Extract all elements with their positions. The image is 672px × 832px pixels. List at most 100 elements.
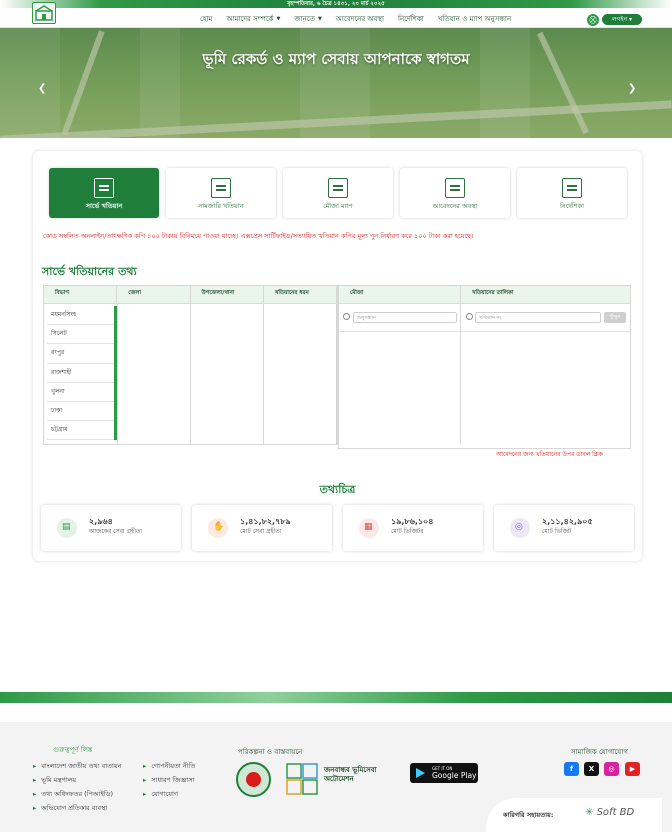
khatian-type-column[interactable] — [264, 304, 337, 444]
login-button[interactable]: লগইন ▾ — [602, 14, 642, 25]
footer-link[interactable]: যোগাযোগ — [143, 789, 178, 800]
stats-title: তথ্যচিত্র — [319, 483, 356, 496]
top-date-bar: বৃহস্পতিবার, ৬ চৈত্র ১৪৩১, ২০ মার্চ ২০২৫ — [0, 0, 672, 8]
chevron-left-icon[interactable]: ❮ — [38, 83, 46, 94]
application-status-icon — [445, 178, 465, 198]
list-item[interactable]: সিলেট — [47, 325, 114, 345]
mouza-column: অনুসন্ধান — [339, 304, 461, 444]
tab-label: নির্দেশিকা — [560, 202, 584, 210]
footer-link[interactable]: তথ্য অধিদফতর (পিআইডি) — [33, 789, 113, 800]
cart-icon[interactable]: ⛒ — [587, 14, 599, 26]
nav-know[interactable]: জানতে ▼ — [289, 13, 330, 25]
handshake-icon: ✋ — [208, 518, 228, 538]
nav-guide[interactable]: নির্দেশিকা — [393, 13, 433, 25]
nav-about[interactable]: আমাদের সম্পর্কে ▼ — [221, 13, 289, 25]
column-header-mouza: মৌজা — [339, 286, 461, 303]
list-item[interactable]: চট্টগ্রাম — [47, 421, 114, 441]
tab-application-status[interactable]: আবেদনের অবস্থা — [400, 168, 510, 218]
file-icon: ▦ — [359, 518, 379, 538]
stat-card-total-visits: ◎ ২,১১,৪২,৯০৫ মোট ভিজিট — [494, 505, 634, 551]
service-tabs: সার্ভে খতিয়ান নামজারি খতিয়ান মৌজা ম্যা… — [49, 168, 627, 218]
stat-label: মোট ভিজিট — [542, 528, 572, 535]
logo-icon — [35, 5, 53, 21]
column-header-khatian-list: খতিয়ানের তালিকা — [472, 290, 514, 296]
khatian-list-column: খতিয়ান নং খুঁজুন — [461, 304, 630, 444]
stats-row: ▤ ২,৯৬৪ আজকের সেবা গ্রহীতা ✋ ১,৪১,৮২,৭৮৯… — [41, 505, 634, 551]
footer-link[interactable]: অভিযোগ প্রতিকার ব্যবস্থা — [33, 803, 107, 814]
apply-note: আবেদনের জন্য খতিয়ানের উপর ডাবল ক্লিক — [496, 451, 603, 458]
asterisk-icon: ✳ — [585, 807, 594, 818]
column-header-district: জেলা — [117, 286, 191, 303]
nav-home[interactable]: হোম — [195, 13, 221, 25]
nav-label: আমাদের সম্পর্কে — [226, 15, 274, 23]
tab-mouza-map[interactable]: মৌজা ম্যাপ — [283, 168, 393, 218]
nav-label: জানতে — [294, 15, 315, 23]
district-column[interactable] — [118, 304, 191, 444]
nav-application-status[interactable]: আবেদনের অবস্থা — [331, 13, 393, 25]
footer-link[interactable]: গোপনীয়তা নীতি — [143, 761, 195, 772]
khatian-search-input[interactable]: খতিয়ান নং — [475, 312, 601, 323]
plan-title: পরিকল্পনা ও বাস্তবায়নে — [238, 748, 303, 756]
upazila-column[interactable] — [191, 304, 264, 444]
search-icon — [343, 313, 350, 320]
date-text: বৃহস্পতিবার, ৬ চৈত্র ১৪৩১, ২০ মার্চ ২০২৫ — [287, 1, 385, 7]
social-title: সামাজিক যোগাযোগ — [571, 748, 628, 756]
youtube-icon[interactable]: ▶ — [625, 762, 640, 776]
tab-survey-khatian[interactable]: সার্ভে খতিয়ান — [49, 168, 159, 218]
stat-card-total-service: ✋ ১,৪১,৮২,৭৮৯ মোট সেবা গ্রহীতা — [192, 505, 332, 551]
tab-mutation-khatian[interactable]: নামজারি খতিয়ান — [166, 168, 276, 218]
google-play-label: Google Play — [432, 771, 477, 780]
tab-label: সার্ভে খতিয়ান — [85, 202, 123, 210]
list-item[interactable]: রাজশাহী — [47, 364, 114, 383]
stat-label: মোট ভিজিটর — [391, 528, 424, 535]
main-nav: হোম আমাদের সম্পর্কে ▼ জানতে ▼ আবেদনের অবস্… — [195, 12, 520, 26]
survey-section-title: সার্ভে খতিয়ানের তথ্য — [42, 265, 137, 278]
a2i-logo[interactable]: জনবান্ধব ভূমিসেবা অটোমেশন — [286, 762, 378, 798]
map-search-icon — [328, 178, 348, 198]
hero-carousel: ভূমি রেকর্ড ও ম্যাপ সেবায় আপনাকে স্বাগত… — [0, 28, 672, 138]
nav-label: হোম — [200, 15, 213, 23]
location-header: বিভাগ জেলা উপজেলা/থানা খতিয়ানের ধরন — [44, 286, 337, 304]
softbd-logo[interactable]: ✳ Soft BD — [585, 807, 634, 818]
location-selector: বিভাগ জেলা উপজেলা/থানা খতিয়ানের ধরন ময়… — [43, 285, 338, 445]
footer-link[interactable]: ভূমি মন্ত্রণালয় — [33, 775, 76, 786]
search-button[interactable]: খুঁজুন — [604, 312, 626, 323]
instagram-icon[interactable]: ◎ — [604, 762, 619, 776]
facebook-icon[interactable]: f — [564, 762, 579, 776]
site-logo[interactable] — [32, 2, 56, 24]
x-twitter-icon[interactable]: X — [584, 762, 599, 776]
list-item[interactable]: ময়মনসিংহ — [47, 306, 114, 326]
tab-label: নামজারি খতিয়ান — [198, 202, 244, 210]
tab-label: মৌজা ম্যাপ — [323, 202, 353, 210]
chevron-right-icon[interactable]: ❯ — [628, 83, 636, 94]
tab-guide[interactable]: নির্দেশিকা — [517, 168, 627, 218]
footer-band — [0, 692, 672, 703]
tech-support: কারিগরি সহায়তায়: ✳ Soft BD — [486, 798, 662, 832]
service-card: সার্ভে খতিয়ান নামজারি খতিয়ান মৌজা ম্যা… — [33, 151, 642, 561]
nav-label: নির্দেশিকা — [398, 15, 424, 23]
list-item[interactable]: ঢাকা — [47, 402, 114, 422]
nav-label: আবেদনের অবস্থা — [335, 15, 385, 23]
nav-khatian-search[interactable]: খতিয়ান ও ম্যাপ অনুসন্ধান — [433, 13, 520, 25]
footer: গুরুত্বপূর্ণ লিঙ্ক বাংলাদেশ জাতীয় তথ্য … — [0, 722, 672, 832]
document-check-icon — [94, 178, 114, 198]
footer-link[interactable]: বাংলাদেশ জাতীয় তথ্য বাতায়ন — [33, 761, 121, 772]
caret-down-icon: ▼ — [276, 16, 281, 22]
tech-label: কারিগরি সহায়তায়: — [503, 811, 554, 819]
guide-icon — [562, 178, 582, 198]
stat-label: আজকের সেবা গ্রহীতা — [89, 528, 143, 535]
divider — [339, 331, 460, 332]
footer-link[interactable]: সাধারণ জিজ্ঞাসা — [143, 775, 194, 786]
tab-label: আবেদনের অবস্থা — [432, 202, 478, 210]
search-icon — [466, 313, 473, 320]
division-list[interactable]: ময়মনসিংহ সিলেট রংপুর রাজশাহী খুলনা ঢাকা… — [47, 306, 117, 441]
list-item[interactable]: রংপুর — [47, 344, 114, 364]
mouza-search-input[interactable]: অনুসন্ধান — [353, 312, 457, 323]
column-header-khatian-type: খতিয়ানের ধরন — [264, 286, 337, 303]
notice-marquee: কোড সম্বলিত অনলাইন/তাৎক্ষণিক কপি ১০০ টাক… — [43, 232, 474, 240]
stat-card-today: ▤ ২,৯৬৪ আজকের সেবা গ্রহীতা — [41, 505, 181, 551]
mouza-khatian-panel: মৌজা খতিয়ানের তালিকা অনুসন্ধান খতিয়ান … — [338, 285, 631, 449]
list-item[interactable]: খুলনা — [47, 383, 114, 402]
bangladesh-gov-logo[interactable] — [236, 762, 271, 797]
google-play-button[interactable]: GET IT ON Google Play — [410, 763, 478, 783]
